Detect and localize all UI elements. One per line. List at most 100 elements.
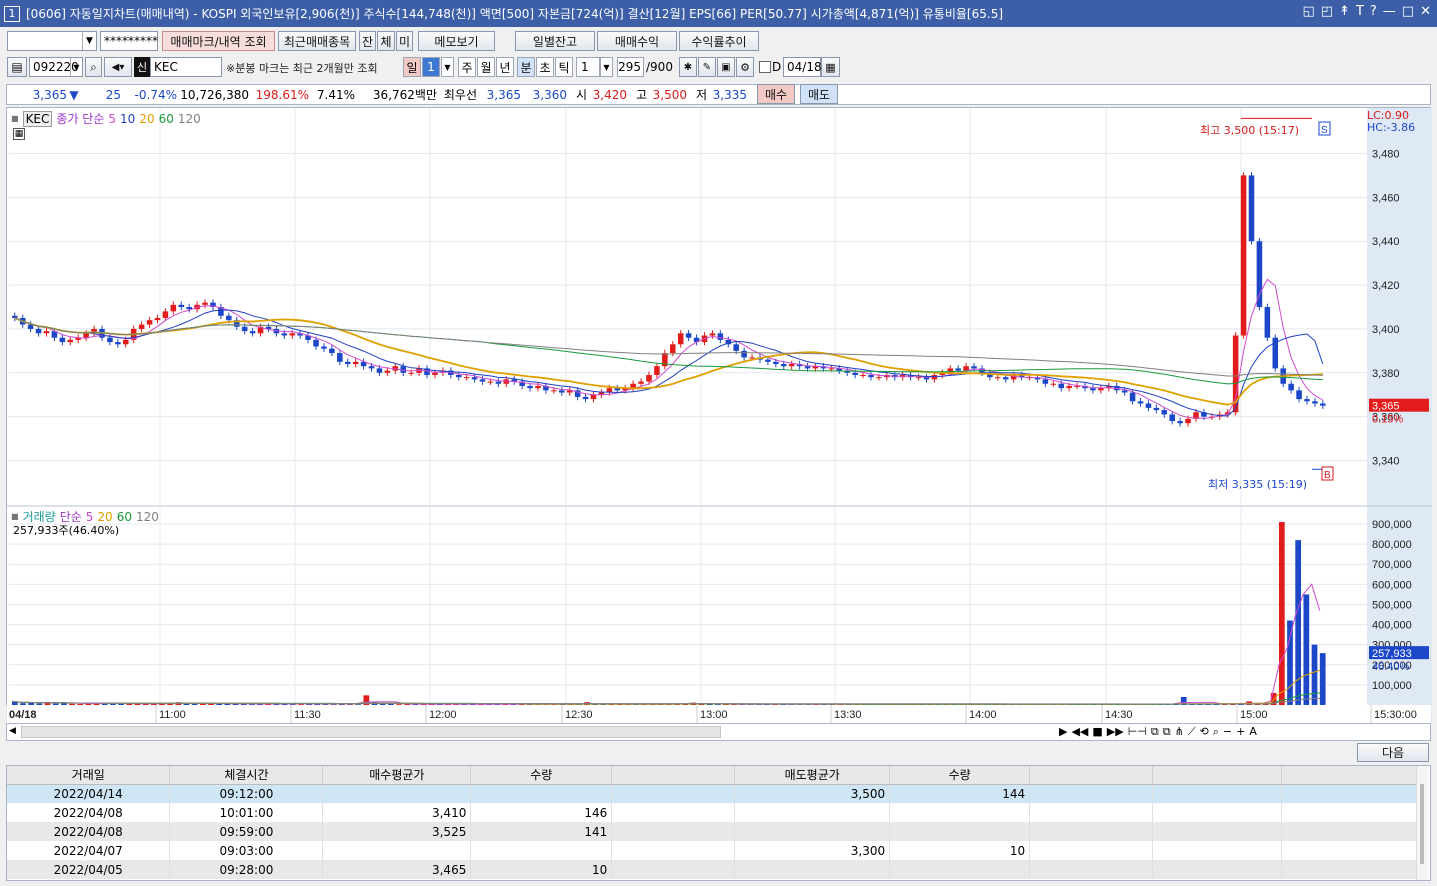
scroll-right-icon[interactable]: ▶ xyxy=(1059,725,1067,739)
chevron-down-icon[interactable]: ▼ xyxy=(600,57,613,77)
bar-count-input[interactable]: 295 xyxy=(617,57,644,77)
table-cell xyxy=(1152,822,1282,841)
table-scrollbar[interactable] xyxy=(1416,766,1428,880)
zoom-range-icon[interactable]: ⊢⊣ xyxy=(1128,725,1147,739)
candle-body xyxy=(868,374,874,378)
price-tick-label: 3,380 xyxy=(1372,368,1400,380)
sell-button[interactable]: 매도 xyxy=(800,84,838,104)
stop-icon[interactable]: ■ xyxy=(1092,725,1102,739)
filled-mode-button[interactable]: 체 xyxy=(377,31,395,51)
line-tool-icon[interactable]: ⟋ xyxy=(1188,725,1196,739)
chevron-down-icon[interactable]: ▼ xyxy=(70,58,82,76)
stock-name-field[interactable]: KEC xyxy=(150,57,222,77)
date-input[interactable]: 04/18 xyxy=(783,57,822,77)
date-checkbox[interactable] xyxy=(759,61,771,73)
link-icon[interactable]: ◱ xyxy=(1302,4,1314,19)
table-row[interactable]: 2022/04/05 09:28:00 3,465 10 xyxy=(7,860,1420,879)
plus-icon[interactable]: + xyxy=(1236,725,1245,739)
font-size-icon[interactable]: A xyxy=(1249,725,1257,739)
balance-mode-button[interactable]: 잔 xyxy=(359,31,376,51)
table-cell: 3,410 xyxy=(322,803,472,822)
speaker-icon[interactable]: ◀▾ xyxy=(104,57,132,77)
stock-code-input[interactable]: 092220 ▼ xyxy=(29,57,83,77)
col-sell-avg[interactable]: 매도평균가 xyxy=(734,766,891,785)
close-icon[interactable]: ✕ xyxy=(1420,4,1431,19)
candle-body xyxy=(376,368,383,373)
calendar-icon[interactable]: ▦ xyxy=(821,57,840,77)
table-cell: 146 xyxy=(470,803,613,822)
period-tick-button[interactable]: 틱 xyxy=(555,57,573,77)
return-trend-button[interactable]: 수익률추이 xyxy=(679,31,759,51)
password-field[interactable]: ********* xyxy=(100,31,158,51)
stock-panel-icon[interactable]: ▤ xyxy=(7,57,27,77)
fib-icon[interactable]: ⋔ xyxy=(1175,725,1184,739)
candle-body xyxy=(154,317,161,321)
chart-scrollbar[interactable]: ◀ ▶ ◀◀ ■ ▶▶ ⊢⊣ ⧉ ⧉ ⋔ ⟋ ⟲ ⌕ − + A xyxy=(6,723,1431,741)
col-trade-date[interactable]: 거래일 xyxy=(7,766,171,785)
candle-body xyxy=(1137,401,1144,404)
trade-profit-button[interactable]: 매매수익 xyxy=(597,31,677,51)
period-day-count[interactable]: 1 xyxy=(422,57,440,77)
candle-body xyxy=(995,377,1001,379)
scroll-thumb[interactable] xyxy=(21,726,721,738)
interval-select[interactable]: 1 xyxy=(576,57,600,77)
table-scroll-thumb[interactable] xyxy=(1420,784,1424,864)
gear-icon[interactable]: ⚙ xyxy=(736,57,754,77)
save-icon[interactable]: ▣ xyxy=(717,57,735,77)
daily-balance-button[interactable]: 일별잔고 xyxy=(515,31,595,51)
table-row[interactable]: 2022/04/08 09:59:00 3,525 141 xyxy=(7,822,1420,841)
col-buy-avg[interactable]: 매수평균가 xyxy=(322,766,472,785)
period-second-button[interactable]: 초 xyxy=(536,57,554,77)
next-button[interactable]: 다음 xyxy=(1357,743,1429,762)
candle-body xyxy=(559,390,565,393)
unlink-icon[interactable]: ◰ xyxy=(1321,4,1333,19)
table-row[interactable]: 2022/04/08 10:01:00 3,410 146 xyxy=(7,803,1420,822)
help-icon[interactable]: ? xyxy=(1370,4,1377,19)
period-day-button[interactable]: 일 xyxy=(403,57,421,77)
volume-ratio: 198.61% xyxy=(255,87,309,102)
candle-body xyxy=(329,348,335,354)
col-sell-qty[interactable]: 수량 xyxy=(889,766,1031,785)
indicator-icon[interactable]: ✱ xyxy=(679,57,697,77)
maximize-icon[interactable]: □ xyxy=(1402,4,1414,19)
search-icon[interactable]: ⌕ xyxy=(85,57,102,77)
recent-trades-button[interactable]: 최근매매종목 xyxy=(278,31,356,51)
minus-icon[interactable]: − xyxy=(1223,725,1232,739)
candle-body xyxy=(955,368,961,371)
col-empty-1 xyxy=(611,766,736,785)
draw-tool-icon[interactable]: ✎ xyxy=(698,57,716,77)
period-year-button[interactable]: 년 xyxy=(496,57,514,77)
period-month-button[interactable]: 월 xyxy=(477,57,495,77)
candle-body xyxy=(733,344,739,351)
period-week-button[interactable]: 주 xyxy=(458,57,476,77)
table-row[interactable]: 2022/04/14 09:12:00 3,500 144 xyxy=(7,784,1420,803)
chart-area[interactable]: 3,480 3,460 3,440 3,420 3,400 3,380 3,360 3,340… xyxy=(6,107,1432,724)
period-minute-button[interactable]: 분 xyxy=(517,57,535,77)
lookup-button[interactable]: 매매마크/내역 조회 xyxy=(162,31,275,51)
table-cell: 2022/04/14 xyxy=(7,784,171,803)
zoom-icon[interactable]: ⌕ xyxy=(1213,725,1219,739)
rewind-icon[interactable]: ◀◀ xyxy=(1071,725,1088,739)
chart-canvas: 3,4803,4603,4403,4203,4003,3803,3603,340… xyxy=(7,108,1432,724)
chevron-down-icon[interactable]: ▼ xyxy=(82,32,96,50)
memo-button[interactable]: 메모보기 xyxy=(418,31,495,51)
cycle-icon[interactable]: ⟲ xyxy=(1200,725,1209,739)
font-icon[interactable]: T xyxy=(1356,4,1364,19)
table-row[interactable]: 2022/04/07 09:03:00 3,300 10 xyxy=(7,841,1420,860)
pin-icon[interactable]: ↟ xyxy=(1339,4,1350,19)
copy-icon[interactable]: ⧉ xyxy=(1163,725,1171,739)
candle-body xyxy=(178,304,185,307)
forward-icon[interactable]: ▶▶ xyxy=(1107,725,1124,739)
buy-button[interactable]: 매수 xyxy=(757,84,795,104)
col-fill-time[interactable]: 체결시간 xyxy=(169,766,324,785)
table-cell: 3,465 xyxy=(322,860,472,879)
scroll-left-icon[interactable]: ◀ xyxy=(9,726,16,736)
chevron-down-icon[interactable]: ▼ xyxy=(441,57,454,77)
layout-icon[interactable]: ⧉ xyxy=(1151,725,1159,739)
hc-label: HC:-3.86 xyxy=(1367,121,1416,134)
table-icon[interactable]: ▦ xyxy=(13,128,25,140)
col-buy-qty[interactable]: 수량 xyxy=(470,766,613,785)
unfilled-mode-button[interactable]: 미 xyxy=(396,31,413,51)
account-select[interactable]: ▼ xyxy=(7,31,97,51)
minimize-icon[interactable]: — xyxy=(1383,4,1396,19)
